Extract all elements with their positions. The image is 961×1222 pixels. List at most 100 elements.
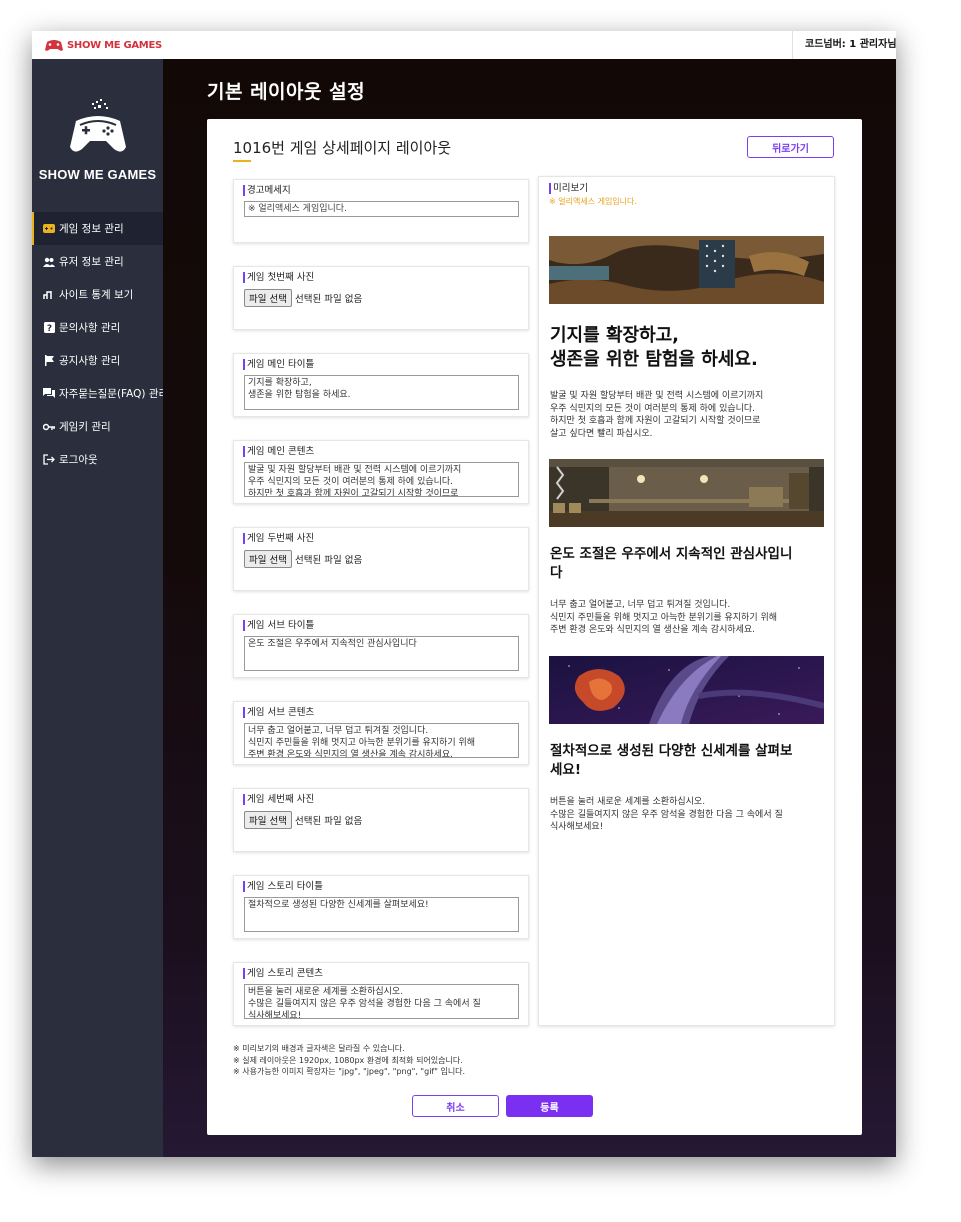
textarea-line: 수많은 길들여지지 않은 우주 암석을 경험한 다음 그 속에서 질 bbox=[248, 999, 481, 1009]
preview-image-2 bbox=[549, 459, 824, 527]
title-underline bbox=[233, 160, 251, 162]
preview-text-line: 우주 식민지의 모든 것이 여러분의 통제 하에 있습니다. bbox=[550, 403, 756, 414]
story-content-field-box: 게임 스토리 콘텐츠 버튼을 눌러 새로운 세계를 소환하십시오. 수많은 길들… bbox=[233, 962, 529, 1026]
sidebar-logo[interactable]: SHOW ME GAMES bbox=[32, 99, 163, 182]
story-content-textarea[interactable]: 버튼을 눌러 새로운 세계를 소환하십시오. 수많은 길들여지지 않은 우주 암… bbox=[244, 984, 519, 1019]
preview-text-line: 식사해보세요! bbox=[550, 822, 604, 832]
field-label: 게임 첫번째 사진 bbox=[243, 272, 314, 283]
sidebar-item-label: 자주묻는질문(FAQ) 관리 bbox=[59, 388, 169, 400]
preview-main-title-line: 기지를 확장하고, bbox=[550, 325, 680, 346]
gamepad-icon bbox=[43, 223, 55, 235]
preview-text-line: 너무 춥고 얼어붙고, 너무 덥고 튀겨질 것입니다. bbox=[550, 600, 731, 610]
preview-image-3 bbox=[549, 656, 824, 724]
note-line: ※ 사용가능한 이미지 확장자는 "jpg", "jpeg", "png", "… bbox=[233, 1067, 466, 1076]
preview-sub-content: 너무 춥고 얼어붙고, 너무 덥고 튀겨질 것입니다. 식민지 주민들을 위해 … bbox=[550, 599, 825, 637]
textarea-line: 버튼을 눌러 새로운 세계를 소환하십시오. bbox=[248, 987, 404, 997]
image2-file-input: 파일 선택 선택된 파일 없음 bbox=[244, 550, 362, 568]
preview-label: 미리보기 bbox=[549, 183, 588, 194]
note-line: ※ 미리보기의 배경과 글자색은 달라질 수 있습니다. bbox=[233, 1044, 405, 1053]
textarea-line: 절차적으로 생성된 다양한 신세계를 살펴보세요! bbox=[248, 900, 429, 910]
brand-logo[interactable]: SHOW ME GAMES bbox=[44, 36, 162, 54]
cancel-button[interactable]: 취소 bbox=[412, 1095, 499, 1117]
main-title-textarea[interactable]: 기지를 확장하고, 생존을 위한 탐험을 하세요. bbox=[244, 375, 519, 410]
field-label: 게임 세번째 사진 bbox=[243, 794, 314, 805]
preview-sub-title: 온도 조절은 우주에서 지속적인 관심사입니 다 bbox=[550, 545, 822, 583]
preview-text-line: 발굴 및 자원 할당부터 배관 및 전력 시스템에 이르기까지 bbox=[550, 391, 764, 401]
file-select-button[interactable]: 파일 선택 bbox=[244, 550, 292, 568]
textarea-line: 생존을 위한 탐험을 하세요. bbox=[248, 390, 351, 400]
sub-title-textarea[interactable]: 온도 조절은 우주에서 지속적인 관심사입니다 bbox=[244, 636, 519, 671]
flag-icon bbox=[43, 355, 55, 367]
sidebar-item-label: 사이트 통계 보기 bbox=[59, 289, 134, 301]
story-title-field-box: 게임 스토리 타이틀 절차적으로 생성된 다양한 신세계를 살펴보세요! bbox=[233, 875, 529, 939]
preview-story-title-line: 세요! bbox=[550, 762, 581, 778]
sub-content-field-box: 게임 서브 콘텐츠 너무 춥고 얼어붙고, 너무 덥고 튀겨질 것입니다. 식민… bbox=[233, 701, 529, 765]
sidebar-item-label: 게임키 관리 bbox=[59, 421, 111, 433]
brand-name: SHOW ME GAMES bbox=[67, 39, 162, 51]
sidebar-item-inquiry[interactable]: ? 문의사항 관리 bbox=[32, 311, 163, 344]
file-status: 선택된 파일 없음 bbox=[294, 555, 363, 566]
sidebar-item-label: 공지사항 관리 bbox=[59, 355, 121, 367]
preview-image-1 bbox=[549, 236, 824, 304]
story-title-textarea[interactable]: 절차적으로 생성된 다양한 신세계를 살펴보세요! bbox=[244, 897, 519, 932]
sidebar: SHOW ME GAMES 게임 정보 관리 유저 정보 관리 사이트 통계 보… bbox=[32, 59, 168, 1157]
field-label: 게임 스토리 타이틀 bbox=[243, 881, 323, 892]
sidebar-item-stats[interactable]: 사이트 통계 보기 bbox=[32, 278, 163, 311]
gamepad-logo-icon bbox=[69, 99, 126, 152]
notes: ※ 미리보기의 배경과 글자색은 달라질 수 있습니다. ※ 실제 레이아웃은 … bbox=[233, 1043, 465, 1078]
main-content: 기본 레이아웃 설정 1016번 게임 상세페이지 레이아웃 뒤로가기 경고메세… bbox=[163, 59, 896, 1157]
back-button[interactable]: 뒤로가기 bbox=[747, 136, 834, 158]
app-window: SHOW ME GAMES 코드넘버: 1 관리자님 SHOW ME GAMES bbox=[32, 31, 896, 1157]
preview-text-line: 살고 싶다면 빨리 파십시오. bbox=[550, 428, 653, 439]
note-line: ※ 실제 레이아웃은 1920px, 1080px 환경에 최적화 되어있습니다… bbox=[233, 1055, 463, 1065]
preview-sub-title-line: 온도 조절은 우주에서 지속적인 관심사입니 bbox=[550, 546, 793, 562]
field-label: 게임 메인 타이틀 bbox=[243, 359, 314, 370]
page-title: 기본 레이아웃 설정 bbox=[207, 81, 366, 103]
preview-story-title: 절차적으로 생성된 다양한 신세계를 살펴보 세요! bbox=[550, 742, 822, 780]
warning-input[interactable]: ※ 얼리액세스 게임입니다. bbox=[244, 201, 519, 217]
textarea-line: 기지를 확장하고, bbox=[248, 378, 312, 388]
field-label: 게임 두번째 사진 bbox=[243, 533, 314, 544]
admin-info: 코드넘버: 1 관리자님 bbox=[792, 31, 896, 59]
preview-story-title-line: 절차적으로 생성된 다양한 신세계를 살펴보 bbox=[550, 743, 793, 759]
preview-sub-title-line: 다 bbox=[550, 565, 563, 581]
preview-text-line: 수많은 길들여지지 않은 우주 암석을 경험한 다음 그 속에서 질 bbox=[550, 809, 783, 820]
gamepad-logo-icon bbox=[45, 40, 63, 51]
sidebar-menu: 게임 정보 관리 유저 정보 관리 사이트 통계 보기 ? 문의사항 관리 공지… bbox=[32, 212, 168, 476]
main-content-field-box: 게임 메인 콘텐츠 발굴 및 자원 할당부터 배관 및 전력 시스템에 이르기까… bbox=[233, 440, 529, 504]
sidebar-item-faq[interactable]: 자주묻는질문(FAQ) 관리 bbox=[32, 377, 168, 410]
sidebar-item-label: 게임 정보 관리 bbox=[59, 223, 124, 235]
sub-content-textarea[interactable]: 너무 춥고 얼어붙고, 너무 덥고 튀겨질 것입니다. 식민지 주민들을 위해 … bbox=[244, 723, 519, 758]
field-label: 게임 스토리 콘텐츠 bbox=[243, 968, 323, 979]
sidebar-item-label: 문의사항 관리 bbox=[59, 322, 121, 334]
image3-field-box: 게임 세번째 사진 파일 선택 선택된 파일 없음 bbox=[233, 788, 529, 852]
chat-icon bbox=[43, 388, 55, 400]
preview-main-content: 발굴 및 자원 할당부터 배관 및 전력 시스템에 이르기까지 우주 식민지의 … bbox=[550, 390, 825, 440]
image2-field-box: 게임 두번째 사진 파일 선택 선택된 파일 없음 bbox=[233, 527, 529, 591]
textarea-line: 하지만 첫 호흡과 함께 자원이 고갈되기 시작할 것이므로 bbox=[248, 489, 459, 497]
preview-main-title: 기지를 확장하고, 생존을 위한 탐험을 하세요. bbox=[550, 324, 822, 372]
field-label: 경고메세지 bbox=[243, 185, 291, 196]
warning-field-box: 경고메세지 ※ 얼리액세스 게임입니다. bbox=[233, 179, 529, 243]
logout-icon bbox=[43, 454, 55, 466]
sidebar-item-notice[interactable]: 공지사항 관리 bbox=[32, 344, 163, 377]
textarea-line: 온도 조절은 우주에서 지속적인 관심사입니다 bbox=[248, 639, 417, 649]
main-content-textarea[interactable]: 발굴 및 자원 할당부터 배관 및 전력 시스템에 이르기까지 우주 식민지의 … bbox=[244, 462, 519, 497]
sidebar-item-game-info[interactable]: 게임 정보 관리 bbox=[32, 212, 163, 245]
textarea-line: 주변 환경 온도와 식민지의 열 생산을 계속 감시하세요. bbox=[248, 750, 454, 758]
sidebar-item-game-key[interactable]: 게임키 관리 bbox=[32, 410, 163, 443]
textarea-line: 식사해보세요! bbox=[248, 1011, 302, 1019]
sidebar-logo-text: SHOW ME GAMES bbox=[38, 167, 157, 182]
file-select-button[interactable]: 파일 선택 bbox=[244, 811, 292, 829]
question-icon: ? bbox=[43, 322, 55, 334]
textarea-line: 발굴 및 자원 할당부터 배관 및 전력 시스템에 이르기까지 bbox=[248, 465, 462, 475]
sidebar-item-label: 로그아웃 bbox=[59, 454, 98, 466]
preview-panel: 미리보기 ※ 얼리액세스 게임입니다. 기지를 확장하고, 생존을 위한 탐험을… bbox=[538, 176, 835, 1026]
image3-file-input: 파일 선택 선택된 파일 없음 bbox=[244, 811, 362, 829]
submit-button[interactable]: 등록 bbox=[506, 1095, 593, 1117]
sidebar-item-logout[interactable]: 로그아웃 bbox=[32, 443, 163, 476]
file-select-button[interactable]: 파일 선택 bbox=[244, 289, 292, 307]
sidebar-item-user-info[interactable]: 유저 정보 관리 bbox=[32, 245, 163, 278]
sub-title-field-box: 게임 서브 타이틀 온도 조절은 우주에서 지속적인 관심사입니다 bbox=[233, 614, 529, 678]
preview-text-line: 하지만 첫 호흡과 함께 자원이 고갈되기 시작할 것이므로 bbox=[550, 416, 761, 426]
